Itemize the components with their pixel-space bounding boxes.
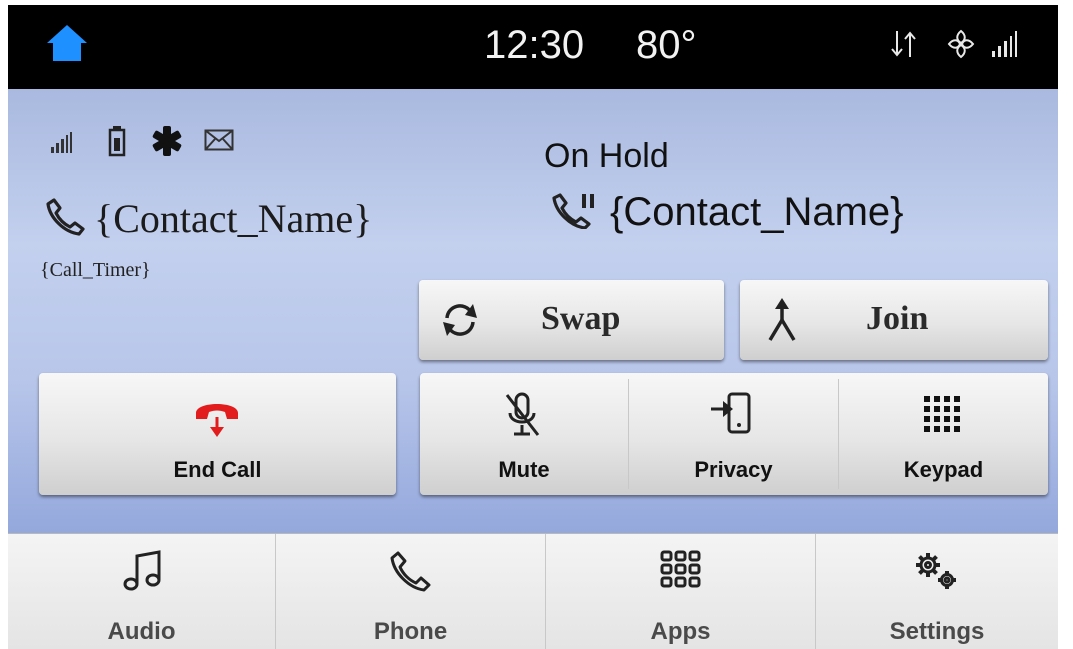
privacy-transfer-icon <box>711 392 751 434</box>
nav-label-phone: Phone <box>373 618 448 645</box>
screen: 12:30 80° {Contact_Name} {Call_Timer} On… <box>8 5 1058 649</box>
message-icon <box>204 129 234 151</box>
keypad-label: Keypad <box>903 457 984 482</box>
nav-label-audio: Audio <box>107 618 176 645</box>
signal-bars-icon <box>51 132 72 153</box>
swap-label: Swap <box>541 300 621 337</box>
temperature: 80° <box>636 23 697 67</box>
on-hold-label: On Hold <box>544 137 669 175</box>
nav-phone[interactable]: Phone <box>276 534 545 649</box>
call-panel: {Contact_Name} {Call_Timer} On Hold {Con… <box>8 89 1058 533</box>
merge-icon <box>768 298 796 341</box>
status-bar: 12:30 80° <box>8 5 1058 89</box>
music-note-icon <box>123 550 160 591</box>
swap-button[interactable]: Swap <box>419 280 724 360</box>
end-call-icon <box>196 404 238 437</box>
end-call-button[interactable]: End Call <box>39 373 396 495</box>
bluetooth-icon <box>152 126 182 156</box>
mute-label: Mute <box>498 457 550 482</box>
held-contact: {Contact_Name} <box>552 189 904 235</box>
nav-label-settings: Settings <box>889 618 985 645</box>
active-contact: {Contact_Name} <box>44 195 372 242</box>
join-label: Join <box>866 300 929 337</box>
keypad-button[interactable]: Keypad <box>839 373 1048 495</box>
mute-button[interactable]: Mute <box>420 373 628 495</box>
nav-apps[interactable]: Apps <box>546 534 815 649</box>
held-contact-name: {Contact_Name} <box>610 190 904 234</box>
privacy-label: Privacy <box>694 457 773 482</box>
call-options-group: Mute Privacy Keypad <box>420 373 1048 495</box>
home-icon[interactable] <box>46 23 88 63</box>
bottom-nav: Audio Phone Apps Settings <box>8 533 1058 649</box>
phone-icon <box>390 551 430 592</box>
signal-icon <box>992 31 1017 57</box>
climate-fan-icon <box>947 29 975 59</box>
phone-icon <box>46 198 85 236</box>
keypad-icon <box>924 396 960 432</box>
apps-grid-icon <box>660 550 700 588</box>
swap-icon <box>443 304 477 336</box>
call-timer: {Call_Timer} <box>40 259 151 281</box>
clock: 12:30 <box>484 23 585 67</box>
nav-audio[interactable]: Audio <box>8 534 275 649</box>
privacy-button[interactable]: Privacy <box>629 373 838 495</box>
phone-hold-icon <box>552 193 594 230</box>
nav-label-apps: Apps <box>650 618 711 645</box>
battery-icon <box>108 126 126 157</box>
data-transfer-icon <box>891 31 916 57</box>
end-call-label: End Call <box>173 457 262 482</box>
active-contact-name: {Contact_Name} <box>94 196 373 241</box>
join-button[interactable]: Join <box>740 280 1048 360</box>
mute-microphone-icon <box>505 392 540 436</box>
gears-icon <box>916 553 956 589</box>
nav-settings[interactable]: Settings <box>816 534 1058 649</box>
